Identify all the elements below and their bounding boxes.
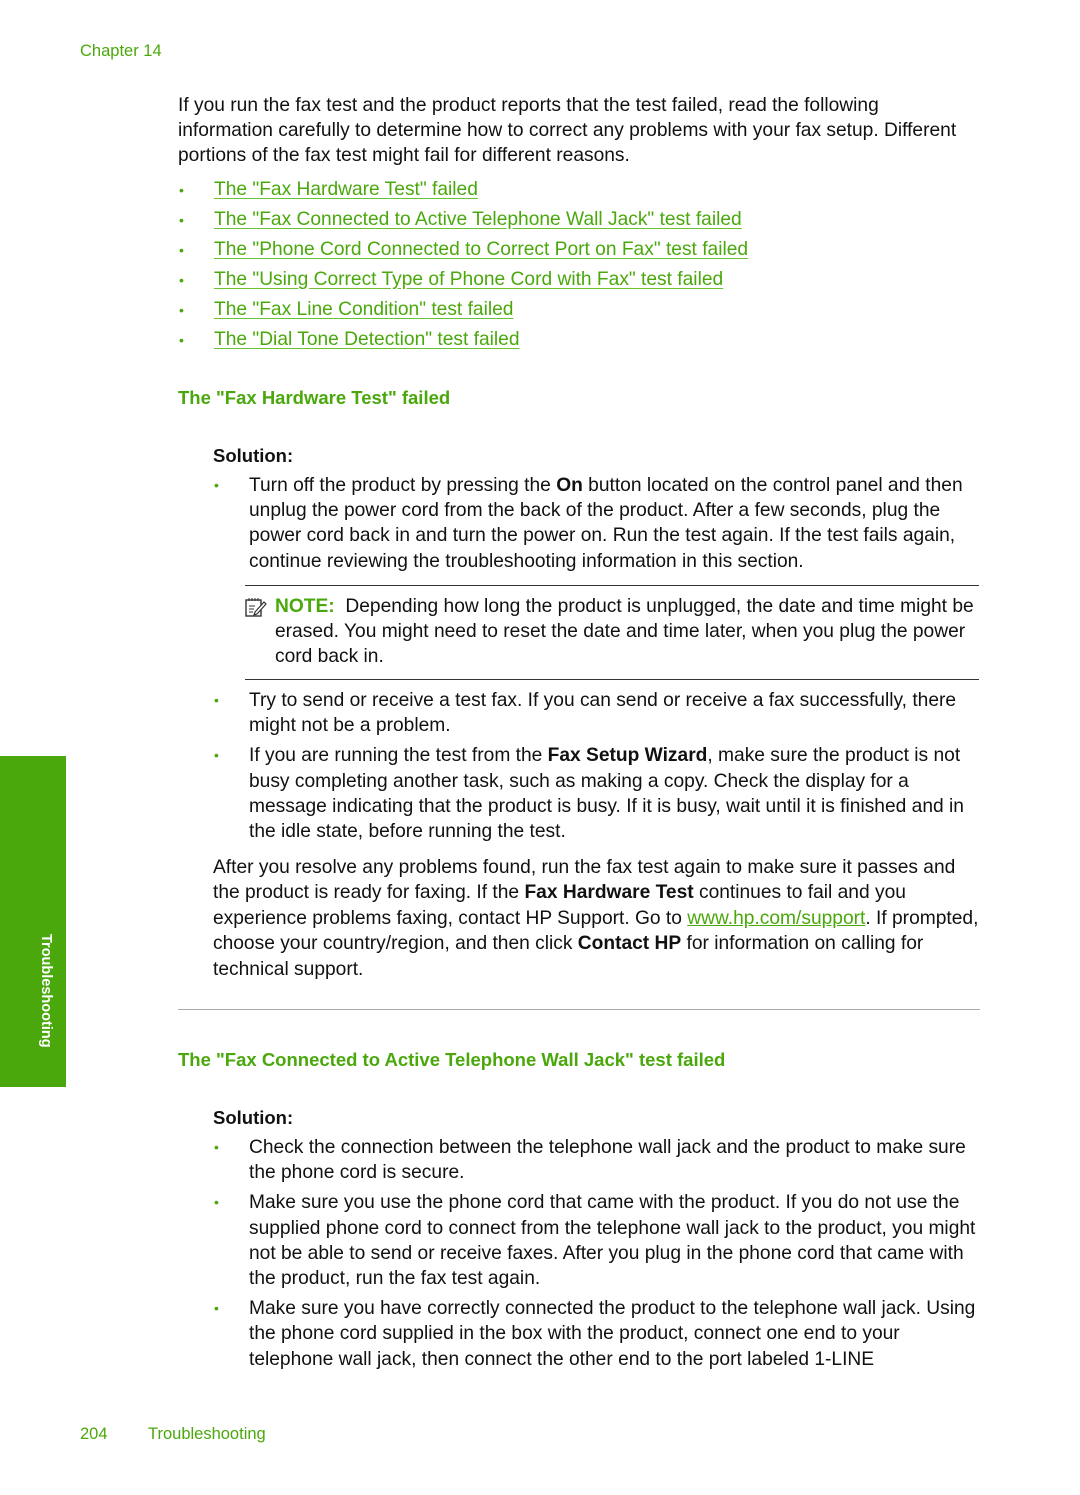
- note-box: NOTE: Depending how long the product is …: [245, 585, 979, 680]
- bullet-icon: •: [214, 1194, 219, 1211]
- bullet-icon: •: [214, 747, 219, 764]
- section-heading-fax-hardware: The "Fax Hardware Test" failed: [178, 387, 451, 408]
- toc-link-fax-hardware[interactable]: The "Fax Hardware Test" failed: [214, 177, 478, 207]
- toc-item: • The "Fax Connected to Active Telephone …: [178, 207, 748, 237]
- toc-item: • The "Fax Line Condition" test failed: [178, 297, 748, 327]
- toc-item: • The "Dial Tone Detection" test failed: [178, 327, 748, 357]
- bullet-icon: •: [179, 302, 184, 318]
- bullet-icon: •: [179, 272, 184, 288]
- side-tab-label: Troubleshooting: [38, 934, 54, 1048]
- section-divider: [178, 1009, 980, 1010]
- footer-section: Troubleshooting: [148, 1425, 266, 1443]
- solution-label: Solution:: [213, 445, 294, 466]
- bullet-icon: •: [214, 1300, 219, 1317]
- bullet-icon: •: [179, 212, 184, 228]
- solution-label: Solution:: [213, 1107, 294, 1128]
- toc-link-dial-tone[interactable]: The "Dial Tone Detection" test failed: [214, 327, 520, 357]
- bullet-icon: •: [214, 692, 219, 708]
- hp-support-link[interactable]: www.hp.com/support: [687, 908, 865, 929]
- list-item: • If you are running the test from the F…: [213, 743, 983, 844]
- toc-item: • The "Fax Hardware Test" failed: [178, 177, 748, 207]
- intro-paragraph: If you run the fax test and the product …: [178, 95, 957, 167]
- after-paragraph: After you resolve any problems found, ru…: [213, 857, 979, 980]
- note-label: NOTE:: [275, 596, 335, 617]
- toc-list: • The "Fax Hardware Test" failed • The "Fa…: [178, 177, 748, 357]
- solution-list-continued: • Try to send or receive a test fax. If …: [213, 688, 983, 849]
- toc-item: • The "Phone Cord Connected to Correct Po…: [178, 237, 748, 267]
- bullet-icon: •: [214, 477, 219, 493]
- note-pencil-icon: [245, 594, 275, 670]
- toc-link-wall-jack[interactable]: The "Fax Connected to Active Telephone W…: [214, 207, 742, 237]
- bullet-icon: •: [214, 1139, 219, 1155]
- toc-link-cord-type[interactable]: The "Using Correct Type of Phone Cord wi…: [214, 267, 723, 297]
- side-tab: [0, 756, 66, 1087]
- list-item: • Try to send or receive a test fax. If …: [213, 688, 983, 738]
- bullet-icon: •: [179, 242, 184, 258]
- solution-list: • Turn off the product by pressing the O…: [213, 473, 983, 579]
- list-item: • Make sure you have correctly connected…: [213, 1296, 983, 1372]
- toc-item: • The "Using Correct Type of Phone Cord w…: [178, 267, 748, 297]
- page-number: 204: [80, 1425, 108, 1443]
- bullet-icon: •: [179, 332, 184, 348]
- section-heading-wall-jack: The "Fax Connected to Active Telephone W…: [178, 1049, 726, 1070]
- solution-list: • Check the connection between the telep…: [213, 1135, 983, 1377]
- toc-link-line-condition[interactable]: The "Fax Line Condition" test failed: [214, 297, 513, 327]
- toc-link-correct-port[interactable]: The "Phone Cord Connected to Correct Por…: [214, 237, 748, 267]
- list-item: • Turn off the product by pressing the O…: [213, 473, 983, 574]
- bullet-icon: •: [179, 182, 184, 198]
- note-text: Depending how long the product is unplug…: [275, 596, 974, 668]
- list-item: • Check the connection between the telep…: [213, 1135, 983, 1185]
- chapter-header: Chapter 14: [80, 42, 162, 60]
- list-item: • Make sure you use the phone cord that …: [213, 1190, 983, 1291]
